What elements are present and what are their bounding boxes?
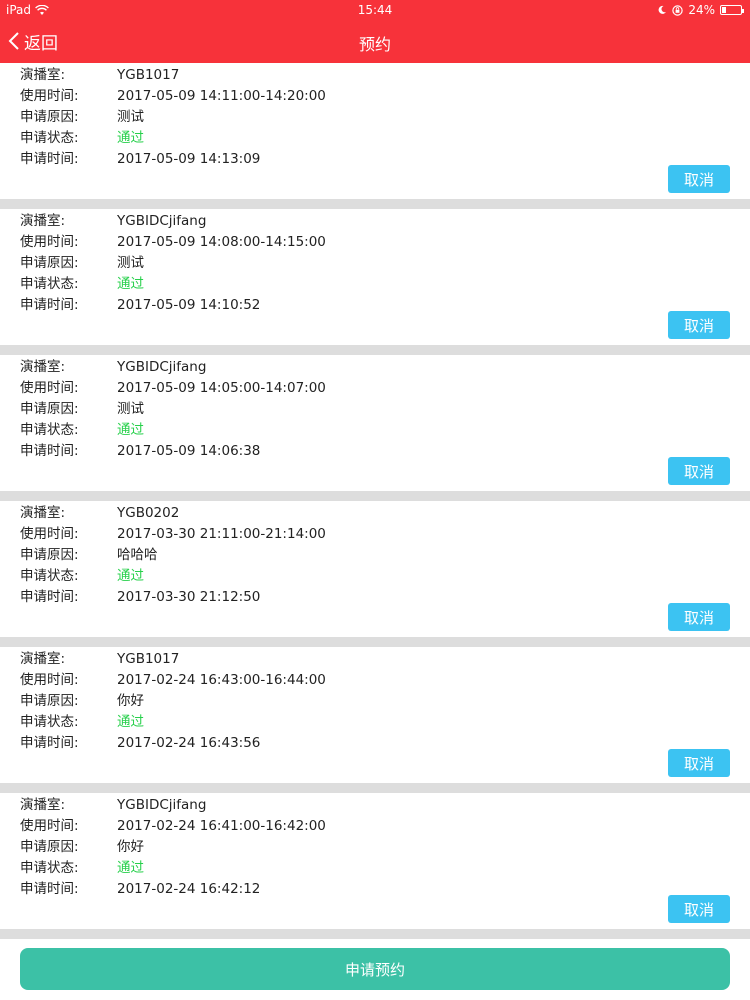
- clock: 15:44: [357, 3, 393, 17]
- reason-value: 你好: [117, 693, 144, 709]
- apply-time-value: 2017-03-30 21:12:50: [117, 589, 261, 605]
- reason-label: 申请原因:: [20, 547, 79, 563]
- reservation-card: 演播室: YGB1017 使用时间: 2017-02-24 16:43:00-16:…: [0, 647, 750, 793]
- reservation-card: 演播室: YGB0202 使用时间: 2017-03-30 21:11:00-21:…: [0, 501, 750, 647]
- reason-value: 你好: [117, 839, 144, 855]
- reason-value: 测试: [117, 401, 144, 417]
- reason-label: 申请原因:: [20, 693, 79, 709]
- cancel-button[interactable]: 取消: [668, 749, 730, 777]
- status-value: 通过: [117, 130, 144, 146]
- room-value: YGBIDCjifang: [117, 359, 207, 375]
- use-time-value: 2017-05-09 14:05:00-14:07:00: [117, 380, 326, 396]
- status-label: 申请状态:: [20, 422, 79, 438]
- apply-time-label: 申请时间:: [20, 589, 79, 605]
- reservation-card: 演播室: YGB1017 使用时间: 2017-05-09 14:11:00-14:…: [0, 63, 750, 209]
- cancel-button[interactable]: 取消: [668, 457, 730, 485]
- cancel-button[interactable]: 取消: [668, 165, 730, 193]
- room-label: 演播室:: [20, 213, 66, 229]
- reason-label: 申请原因:: [20, 839, 79, 855]
- status-bar: iPad 15:44 24%: [0, 0, 750, 20]
- room-label: 演播室:: [20, 505, 66, 521]
- room-value: YGB1017: [117, 67, 180, 83]
- cancel-button[interactable]: 取消: [668, 895, 730, 923]
- status-value: 通过: [117, 860, 144, 876]
- status-value: 通过: [117, 714, 144, 730]
- apply-reservation-button[interactable]: 申请预约: [20, 948, 730, 990]
- use-time-label: 使用时间:: [20, 380, 79, 396]
- use-time-value: 2017-05-09 14:08:00-14:15:00: [117, 234, 326, 250]
- status-label: 申请状态:: [20, 568, 79, 584]
- reservation-card: 演播室: YGBIDCjifang 使用时间: 2017-05-09 14:08:0…: [0, 209, 750, 355]
- cancel-button[interactable]: 取消: [668, 311, 730, 339]
- reservation-card: 演播室: YGBIDCjifang 使用时间: 2017-05-09 14:05:0…: [0, 355, 750, 501]
- moon-icon: [658, 5, 667, 14]
- status-right: 24%: [657, 3, 744, 17]
- reason-value: 测试: [117, 109, 144, 125]
- cancel-button[interactable]: 取消: [668, 603, 730, 631]
- battery-percent: 24%: [688, 3, 715, 17]
- use-time-label: 使用时间:: [20, 818, 79, 834]
- apply-time-value: 2017-05-09 14:13:09: [117, 151, 261, 167]
- status-label: 申请状态:: [20, 130, 79, 146]
- use-time-value: 2017-05-09 14:11:00-14:20:00: [117, 88, 326, 104]
- room-label: 演播室:: [20, 67, 66, 83]
- room-value: YGBIDCjifang: [117, 797, 207, 813]
- room-value: YGBIDCjifang: [117, 213, 207, 229]
- orientation-lock-icon: [672, 4, 684, 16]
- room-label: 演播室:: [20, 359, 66, 375]
- status-label: 申请状态:: [20, 276, 79, 292]
- use-time-label: 使用时间:: [20, 526, 79, 542]
- page-title: 预约: [358, 35, 391, 54]
- status-value: 通过: [117, 568, 144, 584]
- apply-time-label: 申请时间:: [20, 297, 79, 313]
- apply-time-value: 2017-05-09 14:06:38: [117, 443, 261, 459]
- room-value: YGB0202: [117, 505, 180, 521]
- room-label: 演播室:: [20, 651, 66, 667]
- use-time-label: 使用时间:: [20, 234, 79, 250]
- apply-time-label: 申请时间:: [20, 151, 79, 167]
- reason-label: 申请原因:: [20, 109, 79, 125]
- use-time-value: 2017-02-24 16:41:00-16:42:00: [117, 818, 326, 834]
- use-time-value: 2017-02-24 16:43:00-16:44:00: [117, 672, 326, 688]
- status-value: 通过: [117, 422, 144, 438]
- reservation-list: 演播室: YGB1017 使用时间: 2017-05-09 14:11:00-14:…: [0, 63, 750, 939]
- status-label: 申请状态:: [20, 714, 79, 730]
- nav-bar: 返回 预约: [0, 20, 750, 63]
- status-label: 申请状态:: [20, 860, 79, 876]
- apply-time-label: 申请时间:: [20, 443, 79, 459]
- apply-time-value: 2017-02-24 16:42:12: [117, 881, 261, 897]
- status-value: 通过: [117, 276, 144, 292]
- use-time-label: 使用时间:: [20, 88, 79, 104]
- room-label: 演播室:: [20, 797, 66, 813]
- room-value: YGB1017: [117, 651, 180, 667]
- apply-time-label: 申请时间:: [20, 735, 79, 751]
- apply-time-label: 申请时间:: [20, 881, 79, 897]
- battery-icon: [720, 5, 744, 15]
- apply-time-value: 2017-02-24 16:43:56: [117, 735, 261, 751]
- reason-value: 哈哈哈: [117, 547, 158, 563]
- reason-label: 申请原因:: [20, 255, 79, 271]
- use-time-label: 使用时间:: [20, 672, 79, 688]
- apply-time-value: 2017-05-09 14:10:52: [117, 297, 261, 313]
- reason-value: 测试: [117, 255, 144, 271]
- use-time-value: 2017-03-30 21:11:00-21:14:00: [117, 526, 326, 542]
- reason-label: 申请原因:: [20, 401, 79, 417]
- reservation-card: 演播室: YGBIDCjifang 使用时间: 2017-02-24 16:41:0…: [0, 793, 750, 939]
